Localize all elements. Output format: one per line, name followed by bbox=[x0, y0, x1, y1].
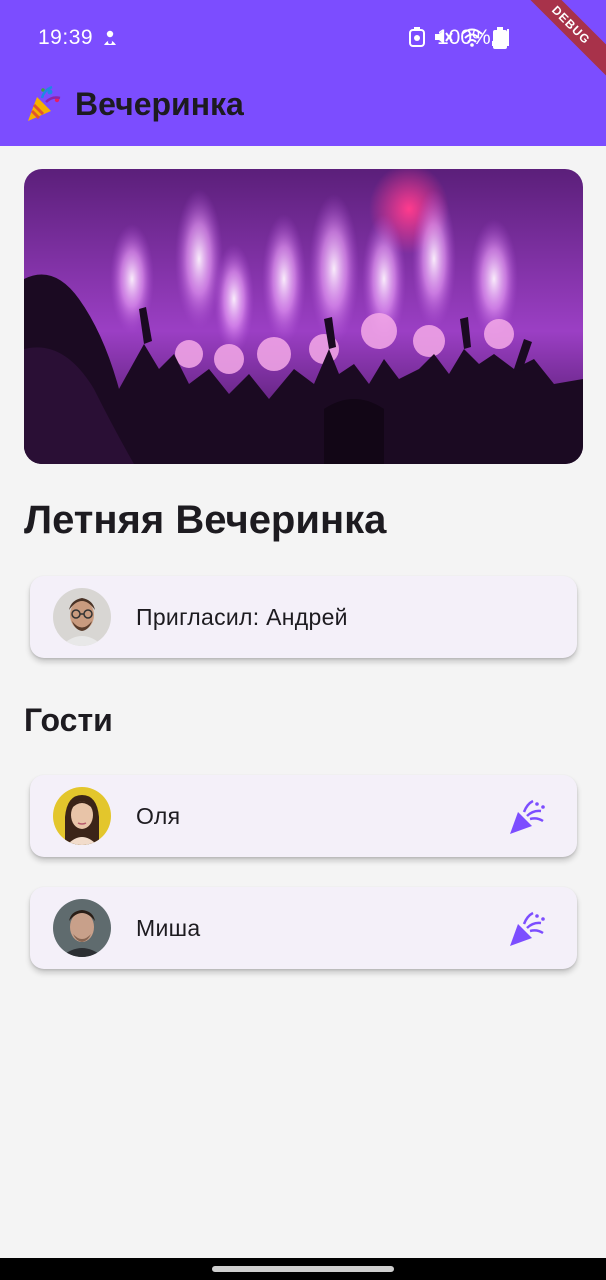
man-avatar bbox=[53, 899, 111, 957]
guest-avatar bbox=[53, 899, 111, 957]
home-gesture-handle[interactable] bbox=[212, 1266, 394, 1272]
guest-avatar bbox=[53, 787, 111, 845]
battery-icon bbox=[493, 27, 507, 49]
status-time: 19:39 bbox=[38, 26, 94, 49]
event-title: Летняя Вечеринка bbox=[24, 498, 387, 542]
party-popper-icon[interactable] bbox=[507, 909, 547, 949]
person-icon bbox=[104, 30, 116, 45]
host-label: Пригласил: Андрей bbox=[136, 604, 348, 630]
concert-crowd-photo bbox=[24, 169, 583, 464]
host-card[interactable]: Пригласил: Андрей bbox=[30, 576, 577, 658]
woman-avatar bbox=[53, 787, 111, 845]
host-avatar bbox=[53, 588, 111, 646]
party-popper-icon[interactable] bbox=[507, 797, 547, 837]
man-glasses-avatar bbox=[53, 588, 111, 646]
alarm-icon bbox=[409, 27, 425, 47]
battery-percentage: 100% bbox=[437, 26, 491, 49]
app-title: Вечеринка bbox=[75, 86, 244, 122]
guest-name: Миша bbox=[136, 915, 201, 941]
guest-card[interactable]: Оля bbox=[30, 775, 577, 857]
party-popper-icon bbox=[28, 85, 61, 121]
guest-card[interactable]: Миша bbox=[30, 887, 577, 969]
guest-name: Оля bbox=[136, 803, 181, 829]
guests-heading: Гости bbox=[24, 702, 113, 738]
event-hero-image bbox=[24, 169, 583, 464]
